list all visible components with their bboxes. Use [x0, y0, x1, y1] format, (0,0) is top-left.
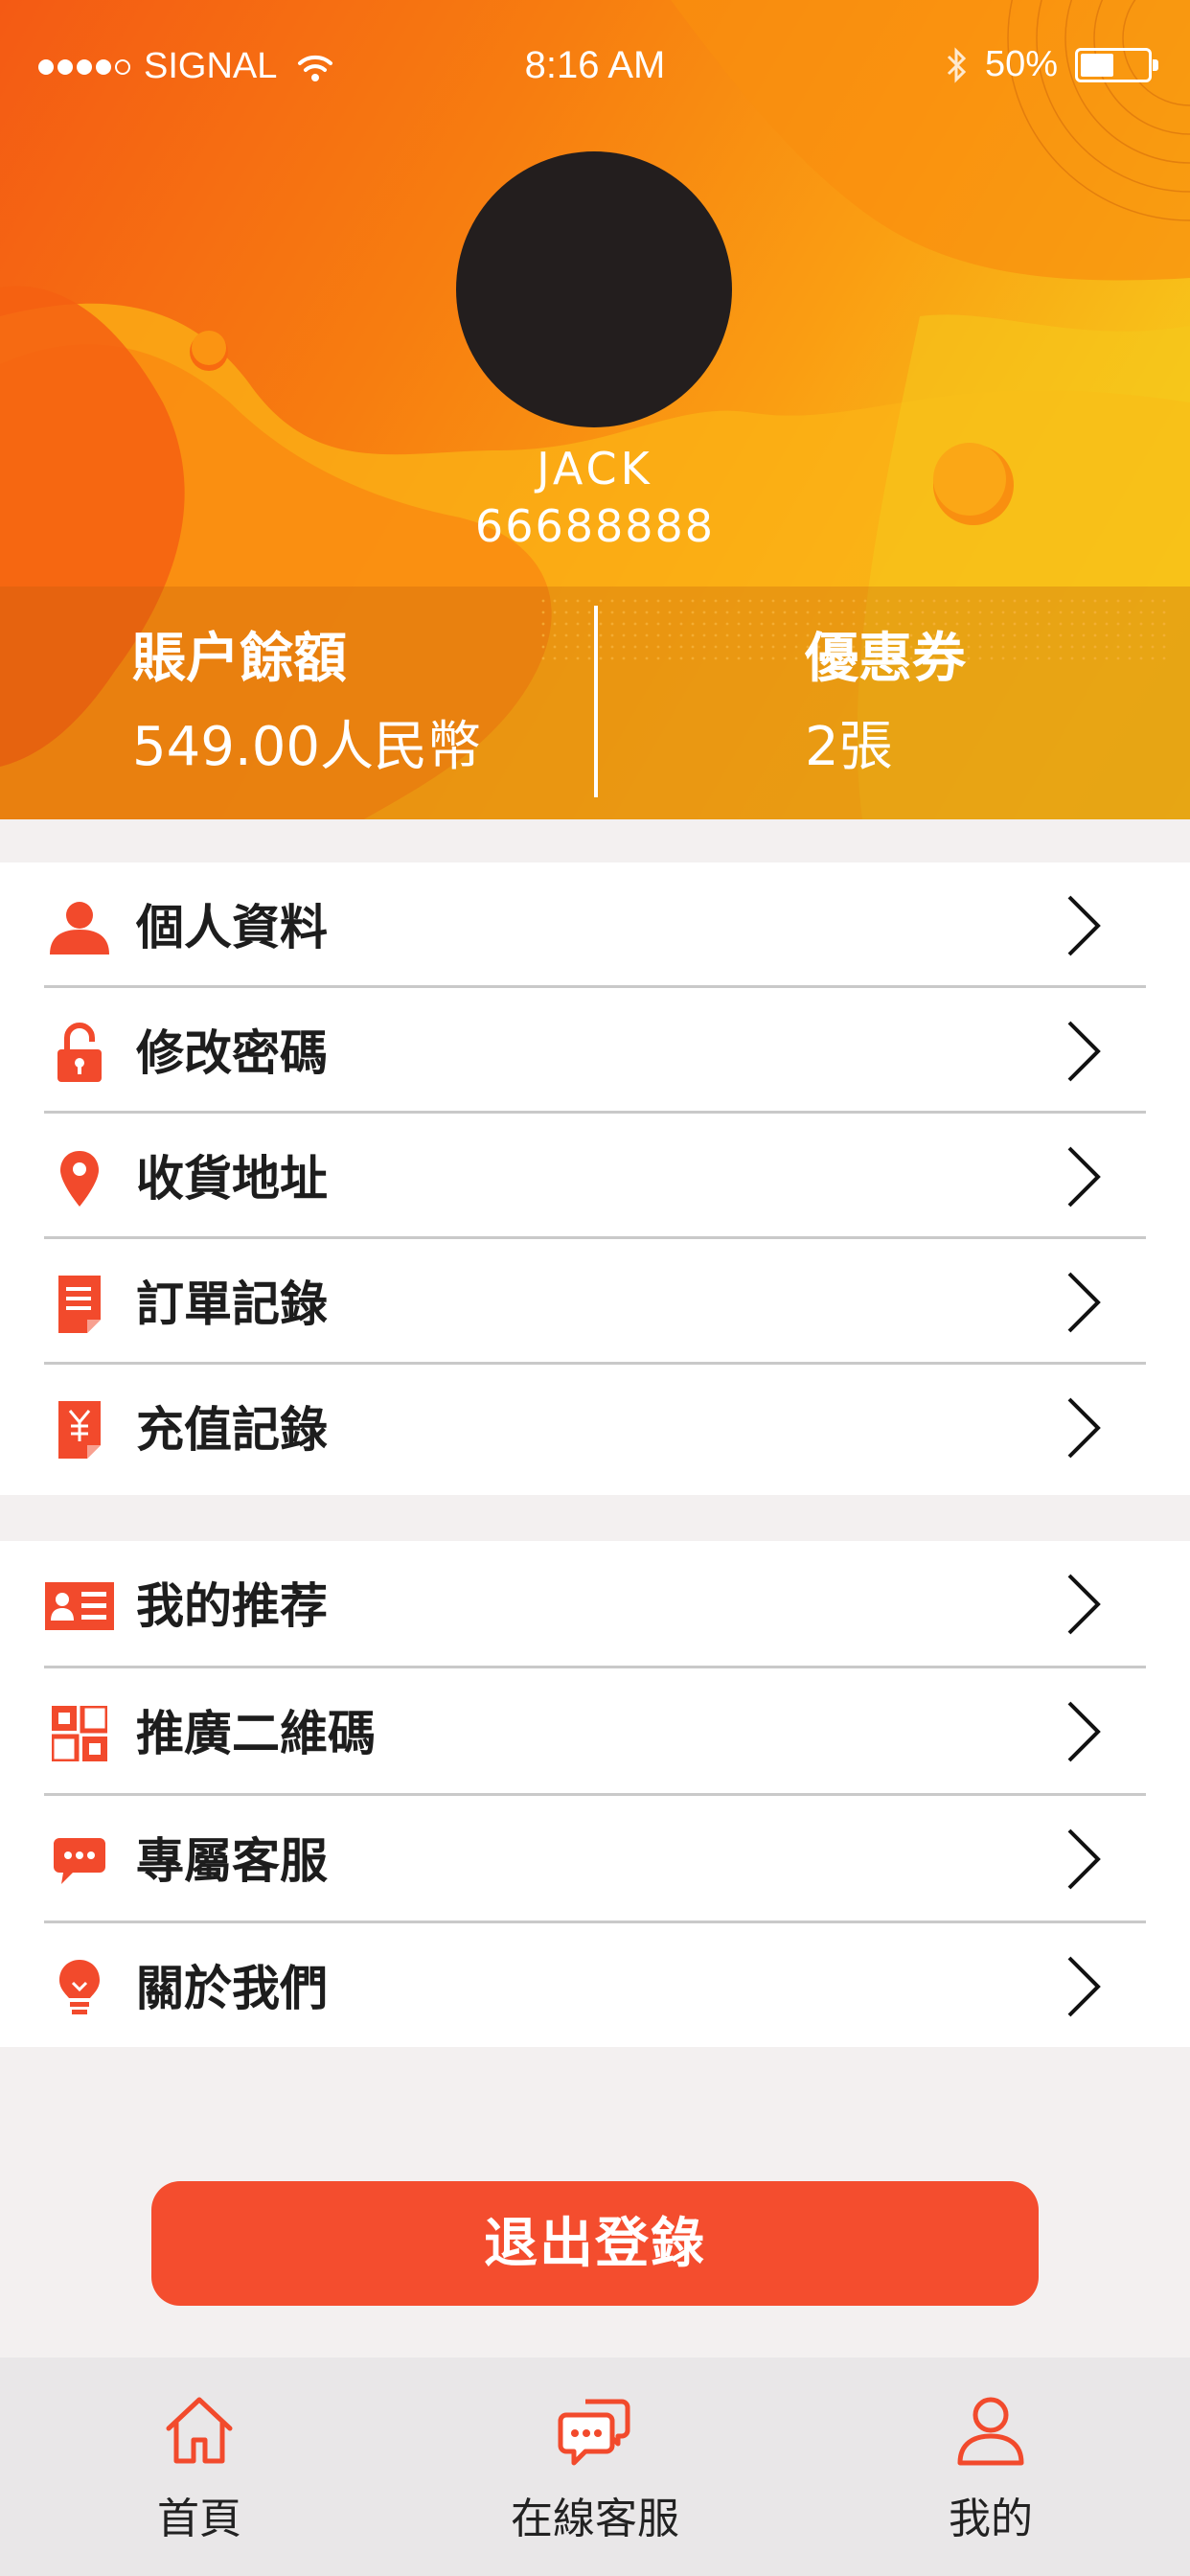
menu-item-label: 訂單記錄	[136, 1276, 328, 1332]
recharge-document-icon	[48, 1399, 111, 1460]
person-icon	[48, 897, 111, 958]
account-stats: 賬户餘額 549.00人民幣 優惠券 2張	[0, 586, 1190, 819]
coupon-title: 優惠券	[805, 628, 966, 690]
menu-item-label: 我的推荐	[136, 1578, 328, 1634]
id-card-icon	[44, 1576, 115, 1637]
user-icon	[957, 2397, 1024, 2466]
qr-code-icon	[48, 1703, 111, 1764]
avatar[interactable]	[456, 151, 732, 427]
menu-item-my-referrals[interactable]: 我的推荐	[0, 1541, 1190, 1668]
menu-item-label: 收貨地址	[136, 1151, 328, 1207]
menu-item-change-password[interactable]: 修改密碼	[0, 988, 1190, 1115]
username: JACK	[537, 443, 653, 494]
menu-item-label: 修改密碼	[136, 1025, 328, 1081]
chat-icon	[558, 2399, 630, 2466]
balance-title: 賬户餘額	[132, 628, 347, 690]
menu-group-services: 我的推荐 推廣二維碼 專屬客服 關於我們	[0, 1541, 1190, 2047]
menu-item-label: 個人資料	[136, 900, 328, 955]
chevron-right-icon	[1067, 1146, 1101, 1208]
menu-item-about-us[interactable]: 關於我們	[0, 1923, 1190, 2050]
tab-label: 我的	[949, 2495, 1033, 2543]
tab-label: 在線客服	[511, 2495, 679, 2543]
chevron-right-icon	[1067, 1574, 1101, 1635]
lock-icon	[48, 1023, 111, 1084]
lightbulb-icon	[48, 1958, 111, 2019]
coupon-value[interactable]: 2張	[805, 703, 893, 781]
menu-item-shipping-address[interactable]: 收貨地址	[0, 1114, 1190, 1240]
menu-item-label: 關於我們	[136, 1961, 328, 2016]
menu-item-dedicated-support[interactable]: 專屬客服	[0, 1796, 1190, 1922]
menu-item-promo-qr-code[interactable]: 推廣二維碼	[0, 1668, 1190, 1795]
balance-value[interactable]: 549.00人民幣	[132, 703, 481, 781]
menu-item-recharge-history[interactable]: 充值記錄	[0, 1365, 1190, 1491]
chevron-right-icon	[1067, 1397, 1101, 1459]
chat-bubble-icon	[48, 1830, 111, 1892]
home-icon	[166, 2397, 233, 2464]
profile-header: SIGNAL 8:16 AM 50% JACK 66688888 賬户餘額 54…	[0, 0, 1190, 819]
chevron-right-icon	[1067, 1956, 1101, 2017]
chevron-right-icon	[1067, 895, 1101, 956]
tab-bar: 首頁 在線客服 我的	[0, 2358, 1190, 2576]
battery-icon	[1075, 47, 1158, 82]
user-id: 66688888	[474, 500, 716, 552]
chevron-right-icon	[1067, 1828, 1101, 1890]
chevron-right-icon	[1067, 1272, 1101, 1333]
tab-me[interactable]: 我的	[847, 2358, 1134, 2576]
menu-item-label: 推廣二維碼	[136, 1706, 376, 1761]
logout-button[interactable]: 退出登錄	[151, 2181, 1039, 2306]
menu-item-label: 充值記錄	[136, 1402, 328, 1458]
order-document-icon	[48, 1274, 111, 1335]
tab-online-support[interactable]: 在線客服	[451, 2358, 739, 2576]
chevron-right-icon	[1067, 1021, 1101, 1082]
bluetooth-icon	[947, 46, 967, 83]
tab-home[interactable]: 首頁	[56, 2358, 343, 2576]
status-bar: SIGNAL 8:16 AM 50%	[0, 38, 1190, 96]
menu-group-account: 個人資料 修改密碼 收貨地址 訂單記錄 充值記錄	[0, 862, 1190, 1495]
menu-item-profile[interactable]: 個人資料	[0, 862, 1190, 989]
location-pin-icon	[48, 1148, 111, 1209]
menu-item-order-history[interactable]: 訂單記錄	[0, 1239, 1190, 1366]
tab-label: 首頁	[157, 2495, 241, 2543]
chevron-right-icon	[1067, 1701, 1101, 1762]
battery-percent: 50%	[984, 44, 1058, 84]
menu-item-label: 專屬客服	[136, 1833, 328, 1889]
stats-divider	[594, 606, 598, 797]
